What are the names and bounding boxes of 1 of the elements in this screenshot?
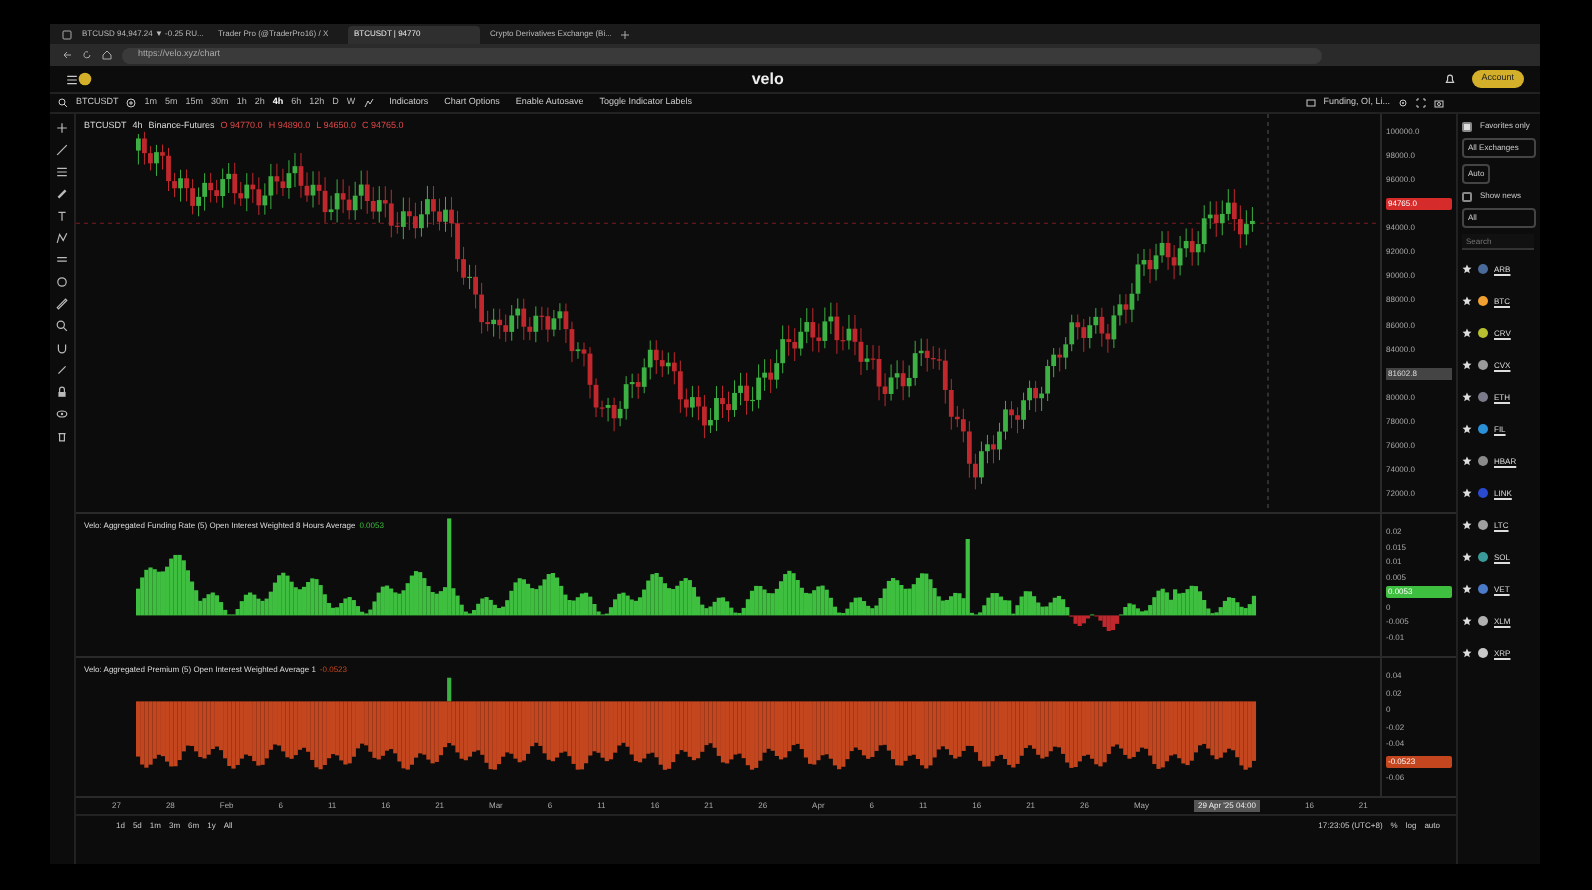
app-logo: velo (751, 67, 784, 91)
